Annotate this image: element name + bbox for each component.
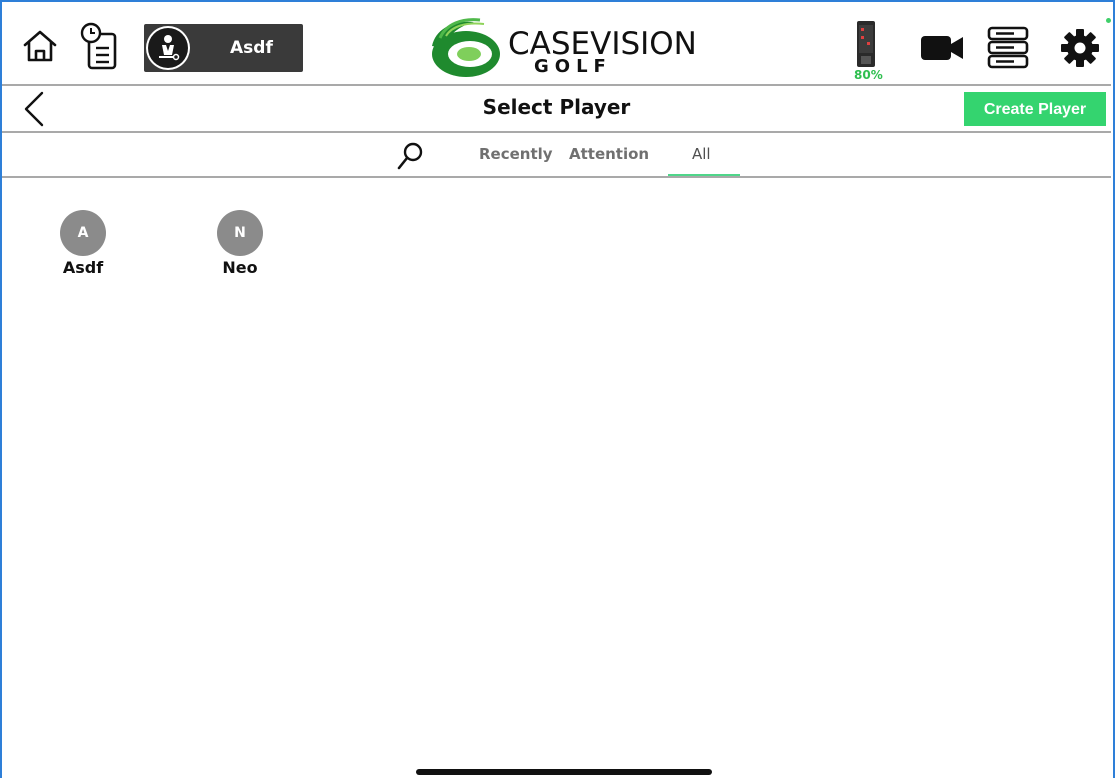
current-player-chip[interactable]: Asdf bbox=[144, 24, 303, 72]
player-name: Asdf bbox=[62, 258, 104, 277]
player-avatar: A bbox=[60, 210, 106, 256]
page-title: Select Player bbox=[482, 95, 631, 119]
page-header: Select Player Create Player bbox=[2, 86, 1111, 131]
history-icon[interactable] bbox=[80, 22, 120, 70]
filter-tabs: Recently Attention All bbox=[2, 133, 1111, 177]
search-icon[interactable] bbox=[396, 141, 424, 171]
launch-monitor-device-icon[interactable] bbox=[854, 20, 880, 68]
connection-status-dot bbox=[1106, 18, 1111, 23]
battery-level: 80% bbox=[854, 68, 883, 82]
tab-recently[interactable]: Recently bbox=[479, 145, 553, 163]
top-bar: Asdf CASEVISION GOLF 80% bbox=[2, 2, 1111, 85]
player-item[interactable]: N Neo bbox=[200, 210, 280, 277]
home-indicator[interactable] bbox=[416, 769, 712, 775]
logo-swoosh-icon bbox=[432, 18, 500, 77]
current-player-name: Asdf bbox=[230, 38, 273, 58]
logo-subtitle: GOLF bbox=[534, 56, 612, 77]
create-player-button[interactable]: Create Player bbox=[964, 92, 1106, 126]
camera-icon[interactable] bbox=[920, 34, 964, 62]
server-icon[interactable] bbox=[986, 26, 1030, 70]
player-list: A Asdf N Neo bbox=[2, 178, 1111, 738]
player-avatar: N bbox=[217, 210, 263, 256]
tab-attention[interactable]: Attention bbox=[569, 145, 649, 163]
player-item[interactable]: A Asdf bbox=[43, 210, 123, 277]
home-icon[interactable] bbox=[22, 28, 58, 64]
golfer-icon bbox=[159, 35, 180, 61]
tab-all[interactable]: All bbox=[692, 145, 711, 163]
golfer-avatar bbox=[146, 26, 190, 70]
player-name: Neo bbox=[222, 258, 258, 277]
gear-icon[interactable] bbox=[1060, 28, 1100, 68]
casevision-logo: CASEVISION GOLF bbox=[422, 16, 722, 82]
